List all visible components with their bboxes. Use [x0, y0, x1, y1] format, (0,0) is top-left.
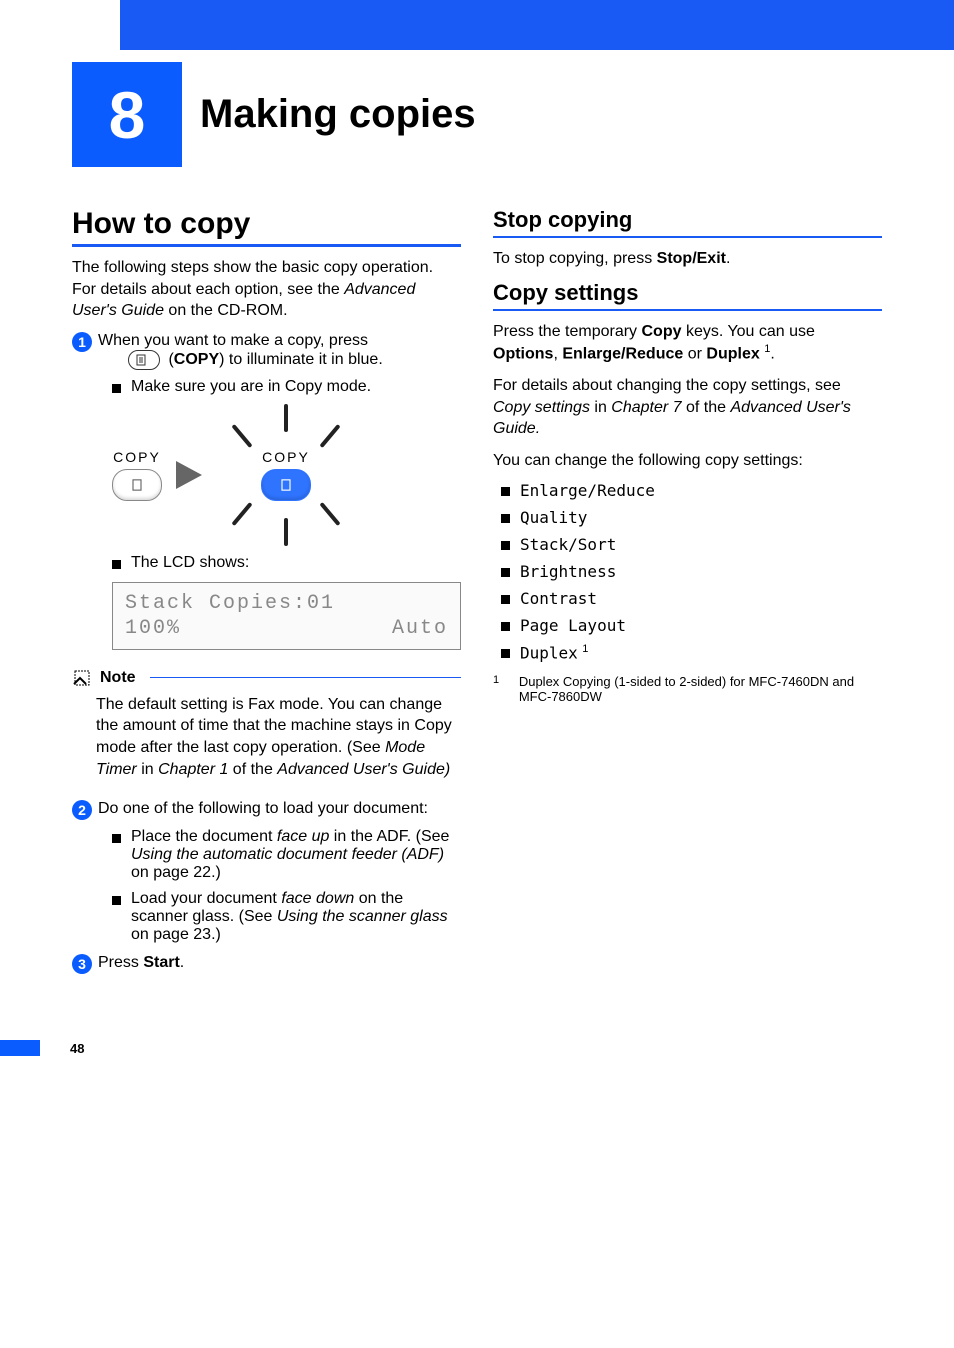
bullet-square-icon: [501, 541, 510, 550]
page-footer: 48: [0, 1040, 954, 1056]
intro-paragraph: The following steps show the basic copy …: [72, 257, 461, 322]
copy-button-diagram: COPY COPY: [112, 410, 461, 540]
step-1-bullet: Make sure you are in Copy mode.: [112, 378, 461, 396]
list-item: Quality: [501, 508, 882, 527]
subsection-copy-settings: Copy settings: [493, 280, 882, 311]
bullet-square-icon: [501, 622, 510, 631]
copy-label-left: COPY: [112, 449, 162, 465]
bullet-square-icon: [112, 834, 121, 843]
copy-button-off: [112, 469, 162, 501]
bullet-square-icon: [501, 568, 510, 577]
copy-label-right: COPY: [262, 449, 310, 465]
page-number: 48: [70, 1041, 84, 1056]
note-header: Note: [72, 668, 461, 688]
list-item: Brightness: [501, 562, 882, 581]
chapter-title: Making copies: [200, 92, 476, 137]
list-item: Enlarge/Reduce: [501, 481, 882, 500]
list-item: Duplex 1: [501, 643, 882, 663]
bullet-square-icon: [501, 649, 510, 658]
bullet-square-icon: [112, 384, 121, 393]
list-item: Stack/Sort: [501, 535, 882, 554]
chapter-number: 8: [109, 77, 146, 153]
copy-settings-p2: For details about changing the copy sett…: [493, 375, 882, 440]
subsection-stop-copying: Stop copying: [493, 207, 882, 238]
lcd-intro-bullet: The LCD shows:: [112, 554, 461, 572]
footnote-1: 1 Duplex Copying (1-sided to 2-sided) fo…: [493, 674, 882, 704]
chapter-header: 8 Making copies: [0, 62, 954, 167]
step-2-bullet-2: Load your document face down on the scan…: [112, 890, 461, 944]
arrow-right-icon: [176, 461, 202, 489]
list-item: Contrast: [501, 589, 882, 608]
step-3: 3 Press Start.: [72, 954, 461, 974]
settings-list: Enlarge/Reduce Quality Stack/Sort Bright…: [493, 481, 882, 663]
stop-copying-text: To stop copying, press Stop/Exit.: [493, 248, 882, 270]
bullet-square-icon: [112, 896, 121, 905]
header-blue-bar: [120, 0, 954, 50]
step-1: 1 When you want to make a copy, press (C…: [72, 332, 461, 370]
copy-settings-p3: You can change the following copy settin…: [493, 450, 882, 472]
lcd-line-2-right: Auto: [392, 616, 448, 641]
list-item: Page Layout: [501, 616, 882, 635]
lcd-display: Stack Copies:01 100% Auto: [112, 582, 461, 650]
note-icon: [72, 668, 94, 688]
copy-settings-p1: Press the temporary Copy keys. You can u…: [493, 321, 882, 366]
bullet-square-icon: [112, 560, 121, 569]
bullet-square-icon: [501, 595, 510, 604]
right-column: Stop copying To stop copying, press Stop…: [493, 207, 882, 980]
copy-key-icon: [128, 350, 160, 370]
left-column: How to copy The following steps show the…: [72, 207, 461, 980]
step-2-badge: 2: [72, 800, 92, 820]
step-2-bullet-1: Place the document face up in the ADF. (…: [112, 828, 461, 882]
lcd-line-2-left: 100%: [125, 616, 181, 641]
bullet-square-icon: [501, 487, 510, 496]
step-1-badge: 1: [72, 332, 92, 352]
step-2: 2 Do one of the following to load your d…: [72, 800, 461, 820]
section-how-to-copy: How to copy: [72, 207, 461, 247]
chapter-number-box: 8: [72, 62, 182, 167]
copy-button-on: [261, 469, 311, 501]
bullet-square-icon: [501, 514, 510, 523]
note-body: The default setting is Fax mode. You can…: [96, 694, 461, 780]
lcd-line-1: Stack Copies:01: [125, 591, 448, 616]
footer-tab: [0, 1040, 40, 1056]
step-3-badge: 3: [72, 954, 92, 974]
